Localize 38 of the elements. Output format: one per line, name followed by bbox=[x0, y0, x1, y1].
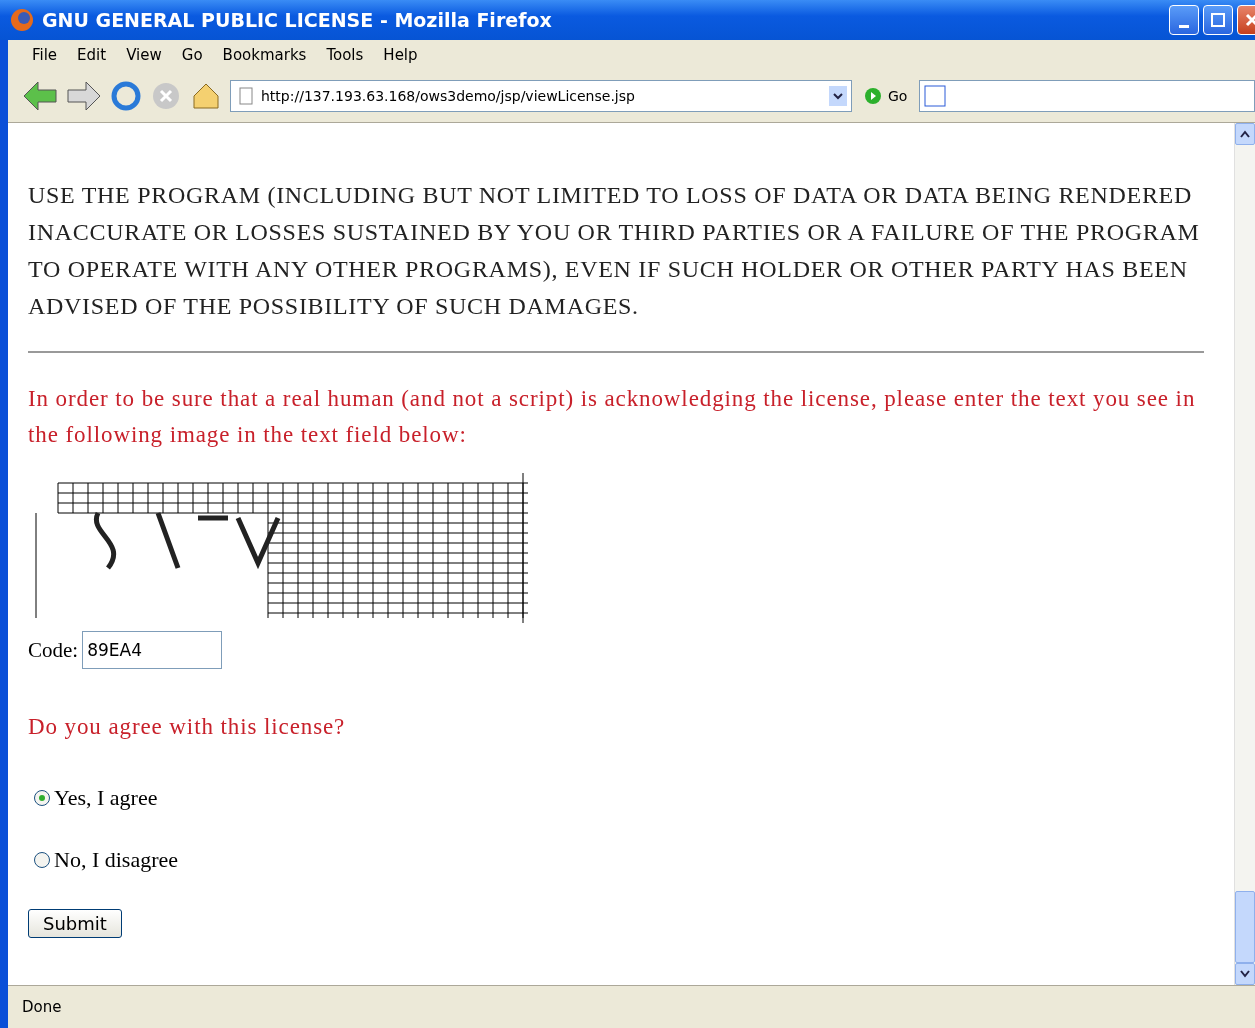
menu-item[interactable]: Bookmarks bbox=[212, 46, 317, 64]
maximize-button[interactable] bbox=[1203, 5, 1233, 35]
question-text: Do you agree with this license? bbox=[28, 713, 347, 741]
forward-arrow-icon[interactable] bbox=[66, 80, 102, 112]
address-field[interactable]: http://137.193.63.168/ows3demo/jsp/viewLicense.jsp bbox=[230, 80, 852, 112]
code-field[interactable]: 89EA4 bbox=[82, 631, 223, 669]
menu-item[interactable]: Edit bbox=[67, 46, 117, 64]
instruction-text: In order to be sure that a real human (and not a script) is acknowledging the license, please enter the text you see in the following image in the text field below: bbox=[28, 385, 1197, 449]
go-button[interactable]: Go bbox=[860, 87, 912, 105]
browser-logo-icon bbox=[10, 8, 34, 32]
play-icon bbox=[864, 87, 882, 105]
reload-icon[interactable] bbox=[110, 80, 142, 112]
radio-button[interactable] bbox=[34, 790, 50, 806]
window-title: GNU GENERAL PUBLIC LICENSE - Mozilla Firefox bbox=[42, 9, 553, 31]
maximize-icon bbox=[1211, 13, 1225, 27]
license-text: USE THE PROGRAM (INCLUDING BUT NOT LIMITED TO LOSS OF DATA OR DATA BEING RENDERED INACCURATE OR LOSSES SUSTAINED BY YOU OR THIRD PARTIES OR A FAILURE OF THE PROGRAM TO OPERATE WITH ANY OTHER PROGRAMS), EVEN IF SUCH HOLDER OR OTHER PARTY HAS BEEN ADVISED OF THE POSSIBILITY OF SUCH DAMAGES. bbox=[28, 181, 1201, 321]
back-arrow-icon[interactable] bbox=[22, 80, 58, 112]
code-label: Code: bbox=[28, 637, 79, 663]
menu-item[interactable]: View bbox=[116, 46, 172, 64]
scroll-thumb[interactable] bbox=[1235, 891, 1255, 963]
menu-item[interactable]: Help bbox=[373, 46, 428, 64]
menu-item[interactable]: Tools bbox=[316, 46, 374, 64]
radio-button[interactable] bbox=[34, 852, 50, 868]
minimize-icon bbox=[1179, 24, 1189, 28]
status-text: Done bbox=[8, 985, 1255, 1028]
scrollbar[interactable] bbox=[1234, 123, 1255, 985]
close-icon bbox=[1245, 13, 1255, 27]
menu-item[interactable]: File bbox=[22, 46, 68, 64]
minimize-button[interactable] bbox=[1169, 5, 1199, 35]
submit-button[interactable]: Submit bbox=[28, 909, 122, 938]
search-field[interactable] bbox=[919, 80, 1255, 112]
option-label: Yes, I agree bbox=[54, 785, 158, 811]
scroll-up-icon[interactable] bbox=[1240, 130, 1250, 138]
scroll-down-icon[interactable] bbox=[1240, 970, 1250, 978]
menu-item[interactable]: Go bbox=[171, 46, 213, 64]
dropdown-icon[interactable] bbox=[829, 86, 847, 106]
page-icon bbox=[239, 87, 253, 105]
option-label: No, I disagree bbox=[54, 847, 178, 873]
